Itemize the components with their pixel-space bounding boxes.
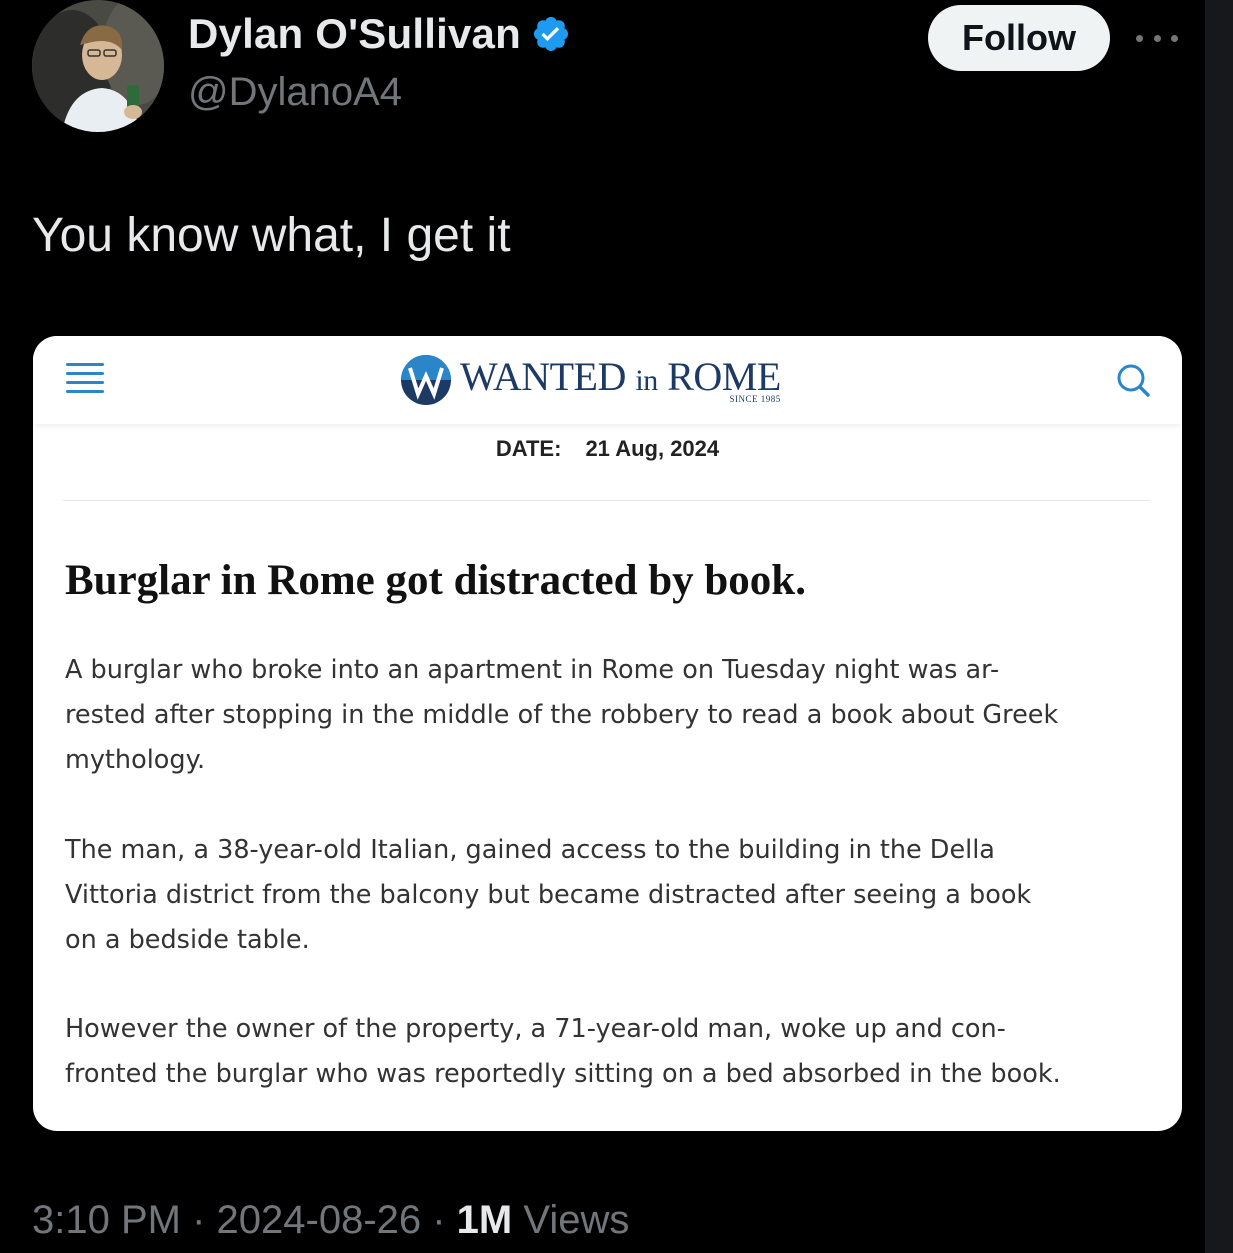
article-headline: Burglar in Rome got distracted by book.	[65, 557, 806, 604]
author-handle[interactable]: @DylanoA4	[188, 70, 402, 115]
tweet-meta: 3:10 PM · 2024-08-26 · 1M Views	[32, 1198, 629, 1243]
date-value: 21 Aug, 2024	[585, 436, 720, 461]
site-name-end: ROME	[657, 353, 781, 399]
date-label: DATE:	[495, 436, 562, 461]
tweet-time[interactable]: 3:10 PM	[32, 1198, 181, 1242]
site-header: WANTED in ROME SINCE 1985	[33, 336, 1182, 424]
paragraph-line: The man, a 38-year-old Italian, gained a…	[65, 835, 995, 865]
divider	[63, 500, 1150, 501]
search-icon[interactable]	[1113, 360, 1153, 400]
site-logo-mark-icon	[401, 355, 451, 405]
avatar-photo	[32, 0, 164, 132]
author-display-name[interactable]: Dylan O'Sullivan	[188, 10, 571, 58]
site-name-in: in	[635, 363, 658, 397]
menu-line	[66, 363, 104, 366]
paragraph-line: A burglar who broke into an apartment in…	[65, 655, 1000, 685]
article-paragraph: A burglar who broke into an apartment in…	[65, 648, 1160, 783]
site-logo[interactable]: WANTED in ROME SINCE 1985	[400, 350, 781, 410]
more-dot	[1153, 34, 1161, 42]
attached-image-card[interactable]: WANTED in ROME SINCE 1985 DATE: 21 Aug, 2…	[33, 336, 1182, 1131]
meta-separator: ·	[180, 1198, 217, 1242]
site-name: WANTED in ROME SINCE 1985	[460, 353, 781, 404]
tweet-text: You know what, I get it	[32, 209, 511, 262]
tweet-date[interactable]: 2024-08-26	[217, 1198, 422, 1242]
paragraph-line: on a bedside table.	[65, 925, 310, 955]
menu-line	[66, 372, 104, 375]
paragraph-line: rested after stopping in the middle of t…	[65, 700, 1059, 730]
site-name-main: WANTED	[460, 353, 636, 399]
meta-separator: ·	[421, 1198, 457, 1242]
display-name-text: Dylan O'Sullivan	[188, 10, 521, 57]
article-paragraph: However the owner of the property, a 71-…	[65, 1007, 1160, 1097]
more-dot	[1171, 34, 1178, 42]
paragraph-line: However the owner of the property, a 71-…	[65, 1014, 1006, 1044]
hamburger-menu-icon[interactable]	[66, 363, 104, 393]
paragraph-line: mythology.	[65, 745, 206, 775]
more-dot	[1136, 34, 1143, 42]
page-edge-strip	[1205, 0, 1233, 1253]
article-date: DATE: 21 Aug, 2024	[33, 436, 1182, 462]
menu-line	[66, 381, 104, 384]
follow-button[interactable]: Follow	[928, 5, 1110, 71]
paragraph-line: Vittoria district from the balcony but b…	[65, 880, 1032, 910]
menu-line	[66, 390, 104, 393]
more-options-icon[interactable]	[1136, 28, 1178, 48]
paragraph-line: fronted the burglar who was reportedly s…	[65, 1059, 1061, 1089]
views-label: Views	[512, 1198, 630, 1242]
views-count[interactable]: 1M	[457, 1198, 513, 1242]
site-since: SINCE 1985	[729, 393, 781, 404]
article-paragraph: The man, a 38-year-old Italian, gained a…	[65, 828, 1160, 963]
verified-badge-icon	[533, 16, 569, 52]
avatar[interactable]	[32, 0, 164, 132]
